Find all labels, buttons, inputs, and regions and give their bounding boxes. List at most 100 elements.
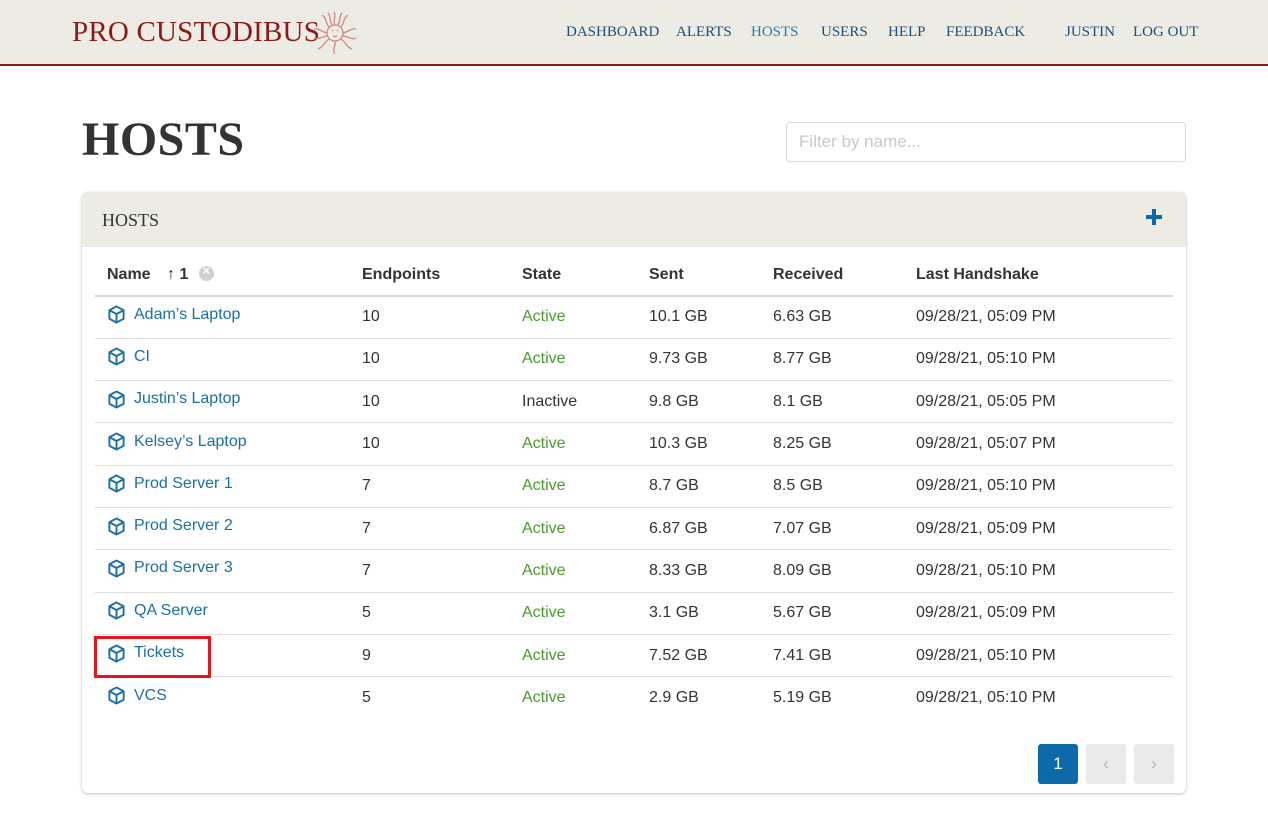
nav-feedback[interactable]: FEEDBACK <box>946 22 1025 42</box>
cell-sent: 9.73 GB <box>637 338 761 382</box>
cell-name: QA Server <box>95 592 350 635</box>
cell-name: Adam’s Laptop <box>95 296 350 339</box>
cell-name: Kelsey’s Laptop <box>95 422 350 466</box>
nav-user-justin[interactable]: JUSTIN <box>1065 22 1115 42</box>
add-host-plus-icon[interactable] <box>1144 207 1164 227</box>
next-page-button[interactable]: › <box>1134 744 1174 784</box>
cell-state: Active <box>510 549 637 593</box>
cell-endpoints: 5 <box>350 592 510 635</box>
cell-last-handshake: 09/28/21, 05:09 PM <box>904 296 1173 339</box>
column-header-name-label: Name <box>107 265 151 283</box>
page-1-button[interactable]: 1 <box>1038 744 1078 784</box>
cell-sent: 10.1 GB <box>637 296 761 339</box>
host-cube-icon <box>108 432 125 451</box>
cell-received: 8.25 GB <box>761 422 904 466</box>
host-cube-icon <box>108 686 125 705</box>
cell-last-handshake: 09/28/21, 05:10 PM <box>904 549 1173 593</box>
cell-name: Tickets <box>95 634 350 678</box>
cell-endpoints: 7 <box>350 549 510 593</box>
host-name: Tickets <box>134 644 185 662</box>
column-header-received[interactable]: Received <box>761 254 904 297</box>
medusa-logo-icon[interactable] <box>310 10 360 56</box>
cell-sent: 7.52 GB <box>637 634 761 678</box>
filter-by-name-input[interactable] <box>786 122 1186 162</box>
cell-received: 8.1 GB <box>761 380 904 424</box>
host-cube-icon <box>108 643 125 663</box>
cell-state: Active <box>510 465 637 508</box>
host-cube-icon <box>108 601 125 620</box>
host-name: Adam’s Laptop <box>134 305 241 323</box>
host-link[interactable]: Kelsey’s Laptop <box>107 432 247 451</box>
nav-hosts[interactable]: HOSTS <box>751 22 799 42</box>
hosts-table: Name ↑ 1 Endpoints State Sent Received L… <box>95 254 1173 719</box>
host-link[interactable]: VCS <box>107 686 167 705</box>
host-name: CI <box>134 347 150 365</box>
cell-last-handshake: 09/28/21, 05:09 PM <box>904 507 1173 551</box>
table-row: Adam’s Laptop 10 Active 10.1 GB 6.63 GB 09/28… <box>95 296 1173 339</box>
cell-sent: 3.1 GB <box>637 592 761 635</box>
cell-endpoints: 10 <box>350 380 510 424</box>
cell-endpoints: 10 <box>350 422 510 466</box>
table-row: QA Server 5 Active 3.1 GB 5.67 GB 09/28/21, 0… <box>95 592 1173 635</box>
nav-dashboard[interactable]: DASHBOARD <box>566 22 659 42</box>
column-header-sent[interactable]: Sent <box>637 254 761 297</box>
cell-sent: 10.3 GB <box>637 422 761 466</box>
cell-sent: 8.33 GB <box>637 549 761 593</box>
host-link[interactable]: CI <box>107 347 150 366</box>
cell-endpoints: 10 <box>350 296 510 339</box>
table-row: Prod Server 1 7 Active 8.7 GB 8.5 GB 09/28/21… <box>95 465 1173 508</box>
column-header-state[interactable]: State <box>510 254 637 297</box>
host-name: VCS <box>134 686 167 704</box>
nav-users[interactable]: USERS <box>821 22 868 42</box>
host-link[interactable]: Prod Server 2 <box>107 517 233 536</box>
pagination: 1 ‹ › <box>1038 744 1174 784</box>
clear-sort-icon[interactable] <box>198 263 214 281</box>
nav-log-out[interactable]: LOG OUT <box>1133 22 1198 42</box>
hosts-card: HOSTS Name ↑ 1 Endpoints State Sent Rece… <box>82 192 1186 793</box>
host-link[interactable]: Prod Server 1 <box>107 474 233 493</box>
cell-endpoints: 10 <box>350 338 510 382</box>
host-cube-icon <box>108 305 125 324</box>
table-row: Kelsey’s Laptop 10 Active 10.3 GB 8.25 GB 09/… <box>95 422 1173 466</box>
cell-state: Active <box>510 634 637 678</box>
top-navbar: PRO CUSTODIBUS DASHBOARD ALERTS HOSTS US… <box>0 0 1268 66</box>
cell-sent: 9.8 GB <box>637 380 761 424</box>
cell-endpoints: 5 <box>362 689 371 707</box>
cell-name: Prod Server 2 <box>95 507 350 551</box>
cell-endpoints: 7 <box>350 507 510 551</box>
host-link[interactable]: Tickets <box>107 643 185 663</box>
cell-state: Active <box>510 507 637 551</box>
cell-sent: 2.9 GB <box>649 689 699 707</box>
previous-page-button[interactable]: ‹ <box>1086 744 1126 784</box>
sort-ascending-indicator: ↑ 1 <box>167 266 188 283</box>
cell-received: 8.09 GB <box>761 549 904 593</box>
column-header-last-handshake[interactable]: Last Handshake <box>904 254 1173 297</box>
host-link[interactable]: Prod Server 3 <box>107 559 233 578</box>
cell-sent: 8.7 GB <box>637 465 761 508</box>
cell-received: 7.07 GB <box>761 507 904 551</box>
host-link[interactable]: Adam’s Laptop <box>107 305 240 324</box>
cell-name: Prod Server 1 <box>95 465 350 508</box>
nav-alerts[interactable]: ALERTS <box>676 22 732 42</box>
cell-received: 8.5 GB <box>761 465 904 508</box>
host-link[interactable]: Justin’s Laptop <box>107 390 240 409</box>
column-header-endpoints[interactable]: Endpoints <box>350 254 510 297</box>
brand-name[interactable]: PRO CUSTODIBUS <box>72 14 320 50</box>
host-name: Prod Server 3 <box>134 559 233 577</box>
card-title: HOSTS <box>102 210 160 230</box>
cell-name: VCS <box>95 677 350 719</box>
host-link[interactable]: QA Server <box>107 601 208 620</box>
table-row: Justin’s Laptop 10 Inactive 9.8 GB 8.1 GB 09/… <box>95 380 1173 424</box>
cell-state: Active <box>522 689 566 707</box>
nav-help[interactable]: HELP <box>888 22 926 42</box>
cell-endpoints: 7 <box>350 465 510 508</box>
host-cube-icon <box>108 517 125 536</box>
host-cube-icon <box>108 559 125 578</box>
cell-last-handshake: 09/28/21, 05:10 PM <box>904 465 1173 508</box>
cell-state: Active <box>510 422 637 466</box>
cell-state: Inactive <box>510 380 637 424</box>
column-header-name[interactable]: Name ↑ 1 <box>95 254 350 297</box>
cell-name: Justin’s Laptop <box>95 380 350 424</box>
cell-received: 5.19 GB <box>773 689 832 707</box>
host-name: QA Server <box>134 601 208 619</box>
